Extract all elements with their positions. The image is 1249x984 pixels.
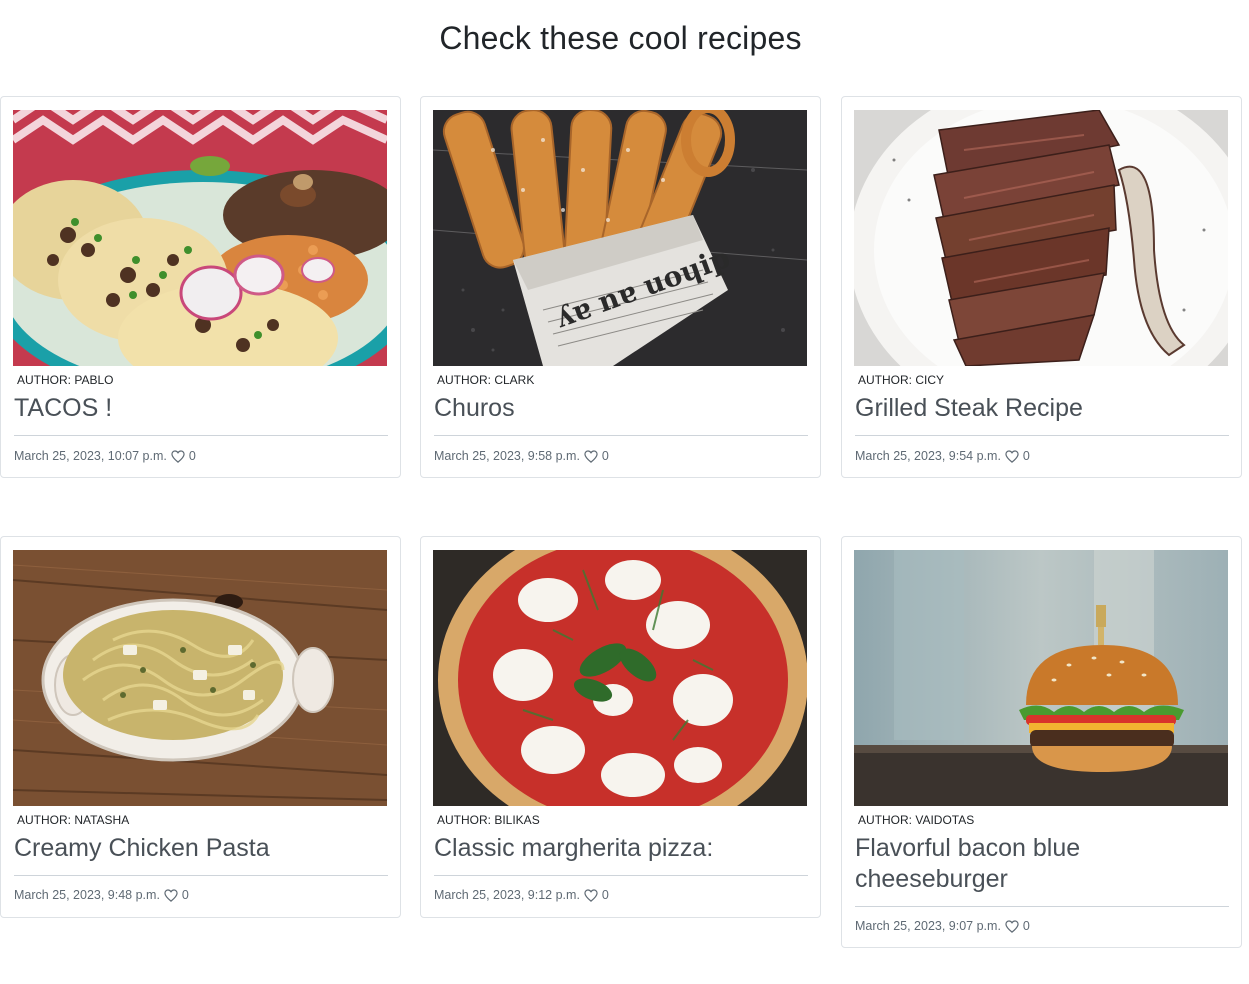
recipe-author: Author: Clark [437, 373, 535, 387]
card-divider [855, 435, 1229, 436]
recipe-date: March 25, 2023, 9:07 p.m. [855, 919, 1001, 933]
recipe-card[interactable]: Author: Pablo TACOS ! March 25, 2023, 10… [0, 96, 401, 478]
heart-icon[interactable] [1005, 919, 1019, 933]
heart-icon[interactable] [1005, 449, 1019, 463]
recipe-meta: March 25, 2023, 9:54 p.m. 0 [855, 449, 1030, 463]
recipe-author: Author: Vaidotas [858, 813, 975, 827]
card-divider [434, 435, 808, 436]
recipe-meta: March 25, 2023, 9:12 p.m. 0 [434, 888, 609, 902]
recipe-title[interactable]: Creamy Chicken Pasta [14, 833, 388, 864]
recipe-card[interactable]: ʎɐ nɐ uoɥip Author: Clark Churos March 2… [420, 96, 821, 478]
recipe-card[interactable]: Author: Natasha Creamy Chicken Pasta Mar… [0, 536, 401, 918]
recipe-author: Author: Pablo [17, 373, 114, 387]
recipe-date: March 25, 2023, 9:54 p.m. [855, 449, 1001, 463]
recipe-image[interactable] [854, 550, 1228, 806]
recipe-author: Author: Bilikas [437, 813, 540, 827]
recipe-title[interactable]: TACOS ! [14, 393, 388, 424]
like-count: 0 [1022, 919, 1030, 933]
like-count: 0 [181, 888, 189, 902]
page-title: Check these cool recipes [439, 20, 802, 56]
recipe-meta: March 25, 2023, 9:07 p.m. 0 [855, 919, 1030, 933]
recipe-date: March 25, 2023, 9:12 p.m. [434, 888, 580, 902]
recipe-author: Author: Natasha [17, 813, 130, 827]
recipe-card[interactable]: Author: Vaidotas Flavorful bacon blue ch… [841, 536, 1242, 948]
like-count: 0 [601, 888, 609, 902]
recipe-image[interactable] [13, 550, 387, 806]
recipe-title[interactable]: Churos [434, 393, 808, 424]
recipe-date: March 25, 2023, 10:07 p.m. [14, 449, 167, 463]
recipe-image[interactable] [433, 550, 807, 806]
recipe-title[interactable]: Grilled Steak Recipe [855, 393, 1229, 424]
heart-icon[interactable] [171, 449, 185, 463]
recipe-meta: March 25, 2023, 9:48 p.m. 0 [14, 888, 189, 902]
recipe-image[interactable] [854, 110, 1228, 366]
recipe-title[interactable]: Classic margherita pizza: [434, 833, 808, 864]
heart-icon[interactable] [584, 449, 598, 463]
recipe-meta: March 25, 2023, 9:58 p.m. 0 [434, 449, 609, 463]
recipe-meta: March 25, 2023, 10:07 p.m. 0 [14, 449, 196, 463]
recipe-image[interactable]: ʎɐ nɐ uoɥip [433, 110, 807, 366]
like-count: 0 [188, 449, 196, 463]
recipe-date: March 25, 2023, 9:58 p.m. [434, 449, 580, 463]
card-divider [855, 906, 1229, 907]
card-divider [434, 875, 808, 876]
card-divider [14, 435, 388, 436]
recipe-card[interactable]: Author: Bilikas Classic margherita pizza… [420, 536, 821, 918]
like-count: 0 [1022, 449, 1030, 463]
recipe-title[interactable]: Flavorful bacon blue cheeseburger [855, 833, 1229, 895]
recipe-card[interactable]: Author: Cicy Grilled Steak Recipe March … [841, 96, 1242, 478]
recipe-image[interactable] [13, 110, 387, 366]
heart-icon[interactable] [584, 888, 598, 902]
recipe-date: March 25, 2023, 9:48 p.m. [14, 888, 160, 902]
recipe-author: Author: Cicy [858, 373, 945, 387]
card-divider [14, 875, 388, 876]
heart-icon[interactable] [164, 888, 178, 902]
like-count: 0 [601, 449, 609, 463]
